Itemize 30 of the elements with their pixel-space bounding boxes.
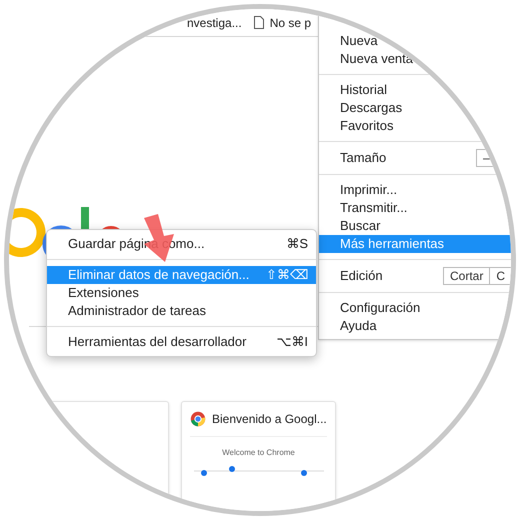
menu-item[interactable]: Buscar: [319, 217, 511, 235]
chrome-icon: [190, 411, 206, 427]
menu-item[interactable]: Configuración: [319, 299, 511, 317]
keyboard-shortcut: ⌘S: [286, 235, 308, 254]
edit-button[interactable]: C: [489, 267, 511, 285]
menu-item[interactable]: Nueva: [319, 32, 511, 50]
menu-item-label: Herramientas del desarrollador: [68, 333, 246, 352]
bookmark[interactable]: nvestiga...: [187, 14, 242, 32]
menu-item[interactable]: Descargas: [319, 99, 511, 117]
menu-item-label: Administrador de tareas: [68, 302, 206, 320]
menu-item-label: Extensiones: [68, 284, 139, 302]
menu-item[interactable]: Herramientas del desarrollador ⌥⌘I: [47, 333, 316, 351]
preview-heading: Welcome to Chrome: [222, 447, 295, 459]
menu-item[interactable]: Transmitir...: [319, 199, 511, 217]
page-icon: [254, 16, 264, 29]
menu-item[interactable]: Ayuda: [319, 317, 511, 335]
menu-item[interactable]: Favoritos: [319, 117, 511, 135]
menu-item[interactable]: Imprimir...: [319, 181, 511, 199]
menu-item-label: Eliminar datos de navegación...: [68, 266, 250, 284]
menu-item[interactable]: Administrador de tareas: [47, 302, 316, 320]
tile-title: Bienvenido a Googl...: [212, 411, 327, 428]
menu-label: Tamaño: [340, 149, 388, 168]
keyboard-shortcut: ⇧⌘⌫: [266, 266, 308, 284]
menu-label: Edición: [340, 267, 384, 286]
shortcut-tile[interactable]: Bienvenido a Googl... Welcome to Chrome: [181, 401, 336, 511]
menu-item[interactable]: Historial: [319, 81, 511, 99]
bookmark[interactable]: No se p: [270, 14, 312, 32]
menu-item[interactable]: Extensiones: [47, 284, 316, 302]
edit-button[interactable]: Cortar: [443, 267, 490, 285]
keyboard-shortcut: ⌥⌘I: [276, 333, 308, 352]
